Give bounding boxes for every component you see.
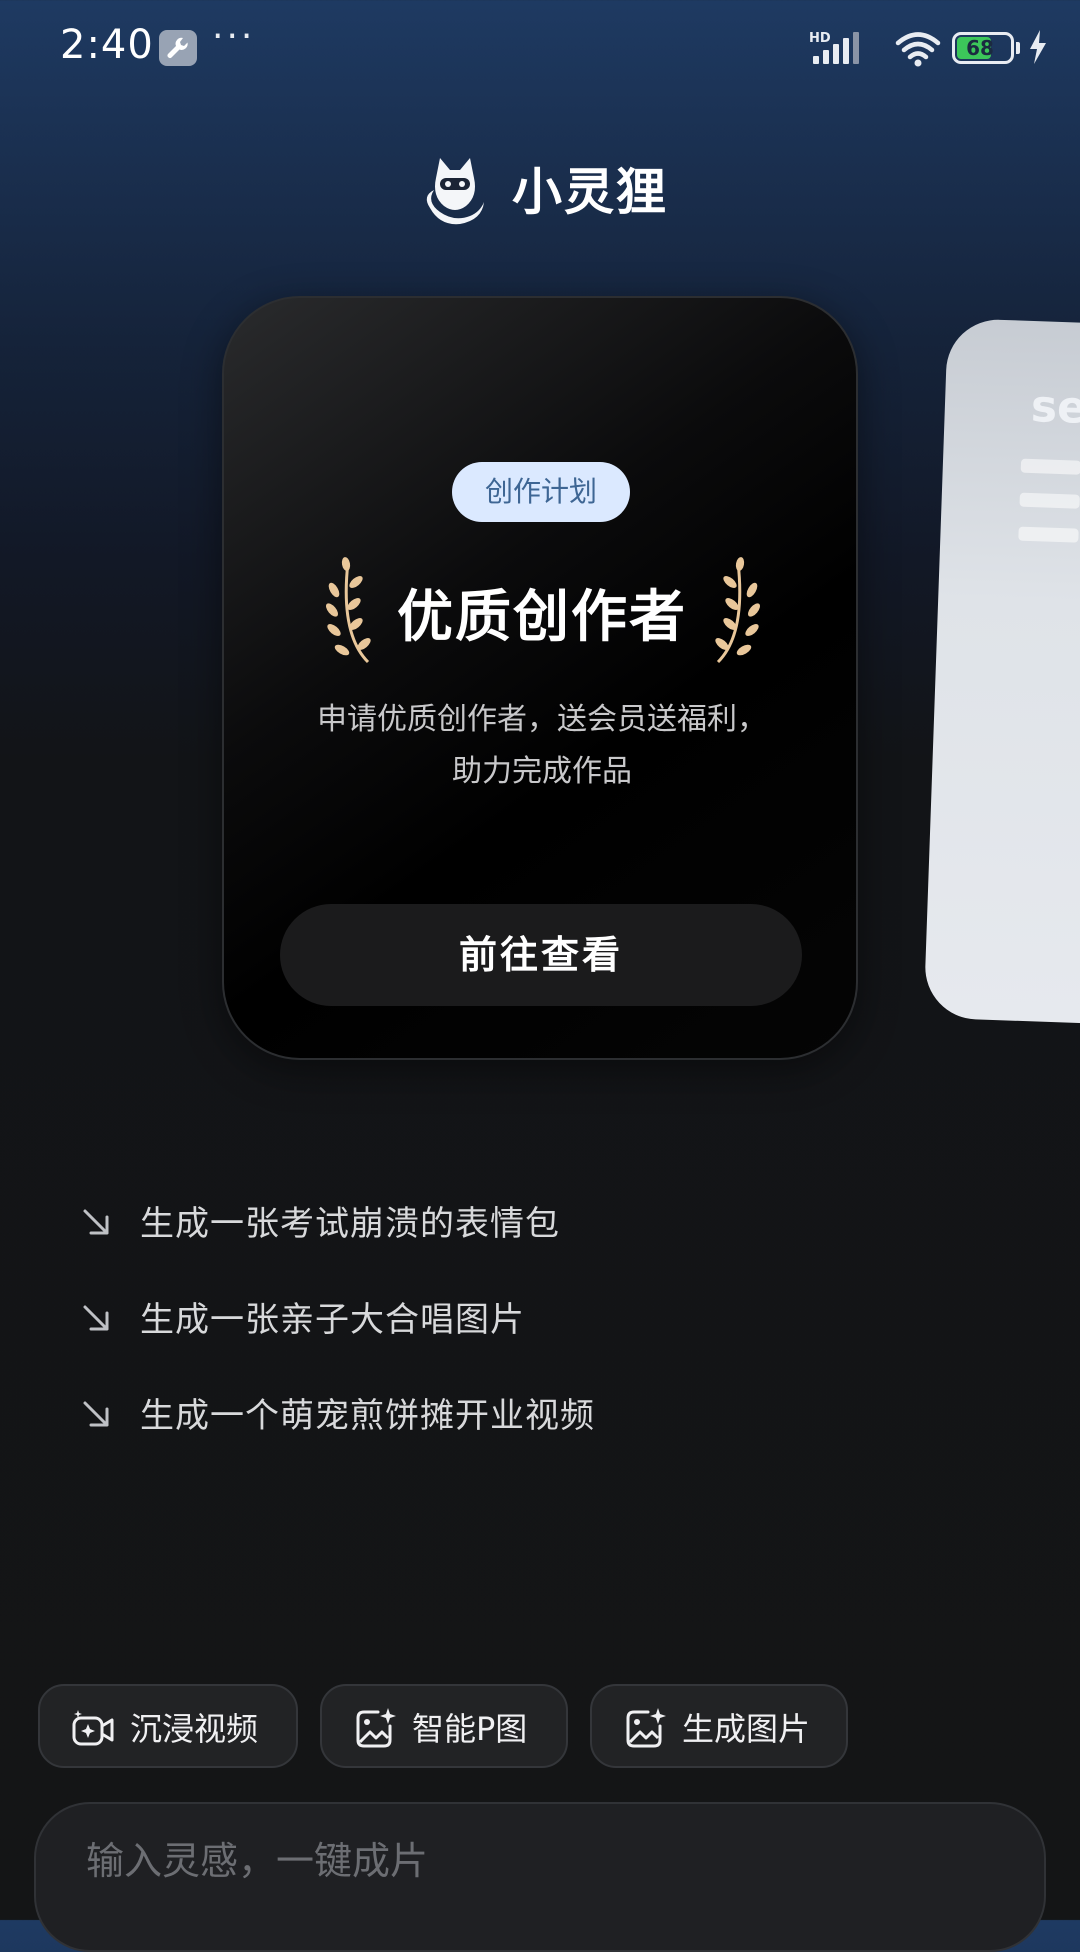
generate-image-chip[interactable]: 生成图片: [590, 1684, 848, 1768]
suggestion-item[interactable]: 生成一张亲子大合唱图片: [80, 1286, 1000, 1382]
chip-label: 生成图片: [682, 1710, 811, 1748]
battery-level: 68: [966, 36, 994, 60]
next-card-peek[interactable]: se: [923, 318, 1080, 1027]
card-description: 申请优质创作者，送会员送福利， 助力完成作品: [264, 694, 820, 798]
peek-text-line: [1020, 458, 1080, 475]
peek-text-line: [1019, 492, 1080, 509]
wrench-icon: [159, 30, 197, 66]
video-spark-icon: [72, 1710, 114, 1746]
card-tag: 创作计划: [452, 462, 630, 522]
fox-logo-icon: [420, 150, 490, 230]
arrow-down-right-icon: [83, 1401, 109, 1427]
chip-label: 沉浸视频: [130, 1710, 259, 1748]
image-spark-icon: [626, 1708, 666, 1748]
laurel-right-icon: [704, 554, 766, 670]
smart-photo-edit-chip[interactable]: 智能P图: [320, 1684, 568, 1768]
status-time: 2:40: [60, 22, 154, 68]
suggestion-text: 生成一个萌宠煎饼摊开业视频: [140, 1396, 595, 1436]
peek-text-line: [1018, 526, 1079, 543]
suggestion-item[interactable]: 生成一个萌宠煎饼摊开业视频: [80, 1382, 1000, 1478]
suggestion-text: 生成一张考试崩溃的表情包: [140, 1204, 560, 1244]
battery-icon: 68: [952, 32, 1020, 64]
prompt-suggestions: 生成一张考试崩溃的表情包 生成一张亲子大合唱图片 生成一个萌宠煎饼摊开业视频: [80, 1190, 1000, 1478]
suggestion-text: 生成一张亲子大合唱图片: [140, 1300, 525, 1340]
app-name: 小灵狸: [512, 163, 668, 221]
prompt-input[interactable]: [84, 1830, 968, 1892]
view-button[interactable]: 前往查看: [280, 904, 802, 1006]
network-label: HD: [809, 31, 831, 46]
status-bar: 2:40 ··· HD 68: [0, 0, 1080, 96]
prompt-input-box: [34, 1802, 1046, 1952]
wifi-icon: [894, 30, 942, 72]
signal-icon: HD: [807, 28, 877, 72]
charging-icon: [1028, 30, 1048, 68]
app-header: 小灵狸: [0, 140, 1080, 230]
chip-label: 智能P图: [412, 1710, 528, 1748]
more-dots-icon: ···: [212, 16, 256, 57]
arrow-down-right-icon: [83, 1305, 109, 1331]
creator-plan-card[interactable]: 创作计划 优质创作者 申请优质创作者，送会员送福利， 助力完成作品 前往查看: [222, 296, 858, 1060]
peek-card-title: se: [1030, 380, 1080, 434]
suggestion-item[interactable]: 生成一张考试崩溃的表情包: [80, 1190, 1000, 1286]
arrow-down-right-icon: [83, 1209, 109, 1235]
card-description-line2: 助力完成作品: [452, 754, 632, 789]
card-description-line1: 申请优质创作者，送会员送福利，: [317, 702, 767, 737]
immersive-video-chip[interactable]: 沉浸视频: [38, 1684, 298, 1768]
image-spark-icon: [356, 1708, 396, 1748]
